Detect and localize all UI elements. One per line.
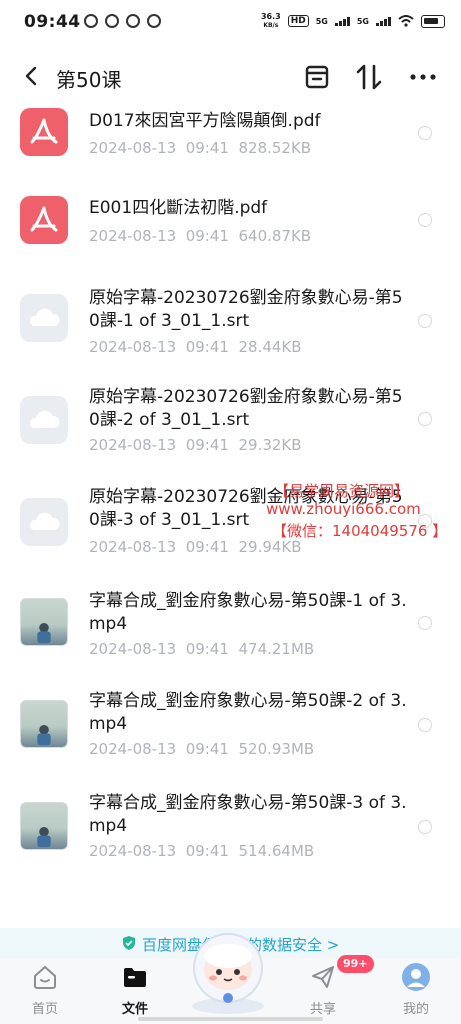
back-arrow-icon[interactable] [20,64,44,88]
home-indicator [138,1017,323,1021]
list-item[interactable]: 字幕合成_劉金府象數心易-第50課-1 of 3.mp4 2024-08-13 … [0,588,461,688]
chat-bubble-icon [147,14,161,28]
list-item[interactable]: 原始字幕-20230726劉金府象數心易-第50課-2 of 3_01_1.sr… [0,384,461,484]
select-checkbox[interactable] [418,412,432,426]
tab-me[interactable]: 我的 [381,958,451,1024]
wifi-icon [398,15,414,27]
video-thumbnail [20,700,68,748]
list-item[interactable]: E001四化斷法初階.pdf 2024-08-13 09:41 640.87KB [0,192,461,282]
list-item[interactable]: 字幕合成_劉金府象數心易-第50課-3 of 3.mp4 2024-08-13 … [0,792,461,892]
file-name: 字幕合成_劉金府象數心易-第50課-1 of 3.mp4 [89,591,407,634]
folder-icon [124,968,146,987]
sim2-label: 5G [356,16,369,26]
pdf-file-icon [20,108,68,156]
file-meta: 2024-08-13 09:41 29.32KB [89,436,302,454]
hd-voice-icon: HD [287,15,309,27]
notification-icons [84,14,161,28]
file-meta: 2024-08-13 09:41 28.44KB [89,338,302,356]
watermark-line2: www.zhouyi666.com [266,500,421,518]
app-notification-icon [105,14,119,28]
battery-icon [421,14,445,28]
page-title: 第50课 [56,68,122,92]
file-name: 字幕合成_劉金府象數心易-第50課-3 of 3.mp4 [89,793,407,836]
app-notification-icon [84,14,98,28]
tab-label: 首页 [31,1002,58,1017]
avatar-icon [402,963,430,991]
tab-files[interactable]: 文件 [100,958,170,1024]
cloud-file-icon [20,396,68,444]
list-item[interactable]: 字幕合成_劉金府象數心易-第50課-2 of 3.mp4 2024-08-13 … [0,690,461,790]
pdf-file-icon [20,196,68,244]
tab-home[interactable]: 首页 [10,958,80,1024]
cloud-file-icon [20,294,68,342]
tab-label: 共享 [309,1002,336,1017]
select-checkbox[interactable] [418,820,432,834]
file-meta: 2024-08-13 09:41 640.87KB [89,227,312,245]
signal-icon [376,16,391,26]
file-meta: 2024-08-13 09:41 29.94KB [89,538,302,556]
sort-icon[interactable] [354,62,384,92]
app-notification-icon [126,14,140,28]
status-right: 36.3 KB/s HD 5G 5G [261,12,445,30]
home-face-icon [34,965,56,989]
more-icon[interactable] [408,62,438,92]
select-checkbox[interactable] [418,616,432,630]
select-checkbox[interactable] [418,718,432,732]
top-bar: 第50课 [0,50,461,104]
file-name: 原始字幕-20230726劉金府象數心易-第50課-2 of 3_01_1.sr… [89,387,403,430]
file-name: 原始字幕-20230726劉金府象數心易-第50課-1 of 3_01_1.sr… [89,288,403,331]
share-paper-plane-icon [312,966,334,988]
network-speed: 36.3 KB/s [260,12,281,29]
file-name: E001四化斷法初階.pdf [89,198,268,218]
select-checkbox[interactable] [418,213,432,227]
mascot-astronaut-icon[interactable] [180,926,276,1016]
video-thumbnail [20,802,68,850]
file-name: D017來因宮平方陰陽顛倒.pdf [89,111,321,131]
status-time: 09:44 [24,12,81,32]
tab-label: 文件 [121,1002,148,1017]
status-bar: 09:44 36.3 KB/s HD 5G 5G [0,0,461,46]
watermark-line3: 【微信：1404049576 】 [272,522,448,540]
file-meta: 2024-08-13 09:41 514.64MB [89,842,315,860]
file-meta: 2024-08-13 09:41 520.93MB [89,740,315,758]
watermark-line1: 【易学周易资源网】 [274,482,410,500]
signal-icon [334,16,350,26]
cloud-file-icon [20,498,68,546]
file-meta: 2024-08-13 09:41 474.21MB [89,640,315,658]
list-item[interactable]: D017來因宮平方陰陽顛倒.pdf 2024-08-13 09:41 828.5… [0,104,461,194]
tab-label: 我的 [402,1002,429,1017]
select-checkbox[interactable] [418,314,432,328]
archive-icon[interactable] [302,62,332,92]
list-item[interactable]: 原始字幕-20230726劉金府象數心易-第50課-1 of 3_01_1.sr… [0,282,461,382]
select-checkbox[interactable] [418,126,432,140]
file-meta: 2024-08-13 09:41 828.52KB [89,139,312,157]
share-count-badge: 99+ [337,955,374,973]
video-thumbnail [20,598,68,646]
sim1-label: 5G [315,16,328,26]
file-name: 字幕合成_劉金府象數心易-第50課-2 of 3.mp4 [89,691,407,734]
shield-check-icon [123,936,135,950]
